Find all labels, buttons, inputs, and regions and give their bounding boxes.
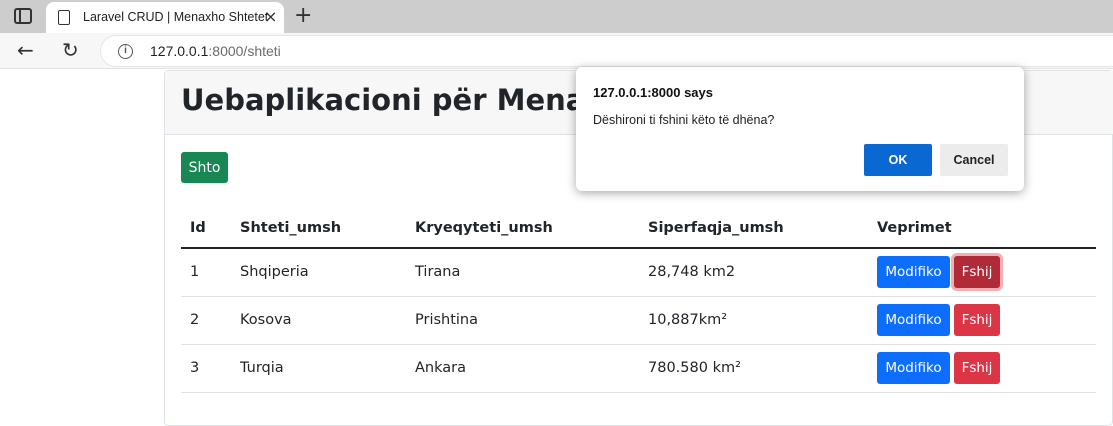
sidebar-toggle-icon[interactable] [14, 8, 32, 24]
dialog-title: 127.0.0.1:8000 says [593, 85, 713, 100]
cell-actions: Modifiko Fshij [868, 296, 1096, 345]
close-tab-icon[interactable]: × [264, 7, 277, 27]
cancel-button[interactable]: Cancel [940, 144, 1008, 176]
edit-button[interactable]: Modifiko [877, 256, 950, 289]
cell-shteti: Kosova [231, 296, 406, 345]
reload-icon[interactable]: ↻ [62, 38, 79, 62]
new-tab-icon[interactable]: + [294, 3, 312, 29]
cell-siperfaqja: 28,748 km2 [639, 248, 868, 297]
site-info-icon[interactable]: i [118, 44, 133, 59]
header-veprimet: Veprimet [868, 209, 1096, 249]
cell-kryeqyteti: Prishtina [406, 296, 639, 345]
table-row: 1 Shqiperia Tirana 28,748 km2 Modifiko Fs… [181, 248, 1096, 297]
url-text: 127.0.0.1:8000/shteti [150, 43, 281, 59]
browser-tab[interactable]: Laravel CRUD | Menaxho Shtetet × [46, 2, 284, 33]
cell-siperfaqja: 780.580 km² [639, 344, 868, 393]
cell-id: 1 [181, 248, 231, 297]
cell-shteti: Turqia [231, 344, 406, 393]
cell-id: 2 [181, 296, 231, 345]
address-bar: ← ↻ i 127.0.0.1:8000/shteti [0, 33, 1113, 69]
delete-button[interactable]: Fshij [954, 304, 1000, 336]
table-row: 2 Kosova Prishtina 10,887km² Modifiko Fsh… [181, 296, 1096, 345]
edit-button[interactable]: Modifiko [877, 304, 950, 336]
delete-button[interactable]: Fshij [954, 352, 1000, 384]
table-header-row: Id Shteti_umsh Kryeqyteti_umsh Siperfaqj… [181, 209, 1096, 249]
cell-kryeqyteti: Tirana [406, 248, 639, 297]
dialog-message: Dëshironi ti fshini këto të dhëna? [593, 113, 775, 127]
header-shteti: Shteti_umsh [231, 209, 406, 249]
countries-table: Id Shteti_umsh Kryeqyteti_umsh Siperfaqj… [181, 209, 1096, 393]
add-button[interactable]: Shto [181, 152, 228, 183]
url-path: :8000/shteti [208, 43, 281, 59]
cell-siperfaqja: 10,887km² [639, 296, 868, 345]
cell-kryeqyteti: Ankara [406, 344, 639, 393]
table-row: 3 Turqia Ankara 780.580 km² Modifiko Fshi… [181, 344, 1096, 393]
url-input[interactable]: i 127.0.0.1:8000/shteti [100, 35, 1113, 67]
ok-button[interactable]: OK [864, 144, 932, 176]
page-title: Uebaplikacioni për Menaxh [181, 83, 625, 117]
cell-shteti: Shqiperia [231, 248, 406, 297]
cell-actions: Modifiko Fshij [868, 248, 1096, 297]
back-icon[interactable]: ← [17, 38, 34, 62]
confirm-dialog: 127.0.0.1:8000 says Dëshironi ti fshini … [576, 67, 1024, 191]
page-icon [58, 10, 70, 25]
cell-id: 3 [181, 344, 231, 393]
header-siperfaqja: Siperfaqja_umsh [639, 209, 868, 249]
header-kryeqyteti: Kryeqyteti_umsh [406, 209, 639, 249]
tab-title: Laravel CRUD | Menaxho Shtetet [83, 10, 269, 24]
delete-button[interactable]: Fshij [954, 256, 1000, 289]
cell-actions: Modifiko Fshij [868, 344, 1096, 393]
edit-button[interactable]: Modifiko [877, 352, 950, 384]
url-host: 127.0.0.1 [150, 43, 209, 59]
header-id: Id [181, 209, 231, 249]
browser-tab-bar: Laravel CRUD | Menaxho Shtetet × + [0, 0, 1113, 33]
